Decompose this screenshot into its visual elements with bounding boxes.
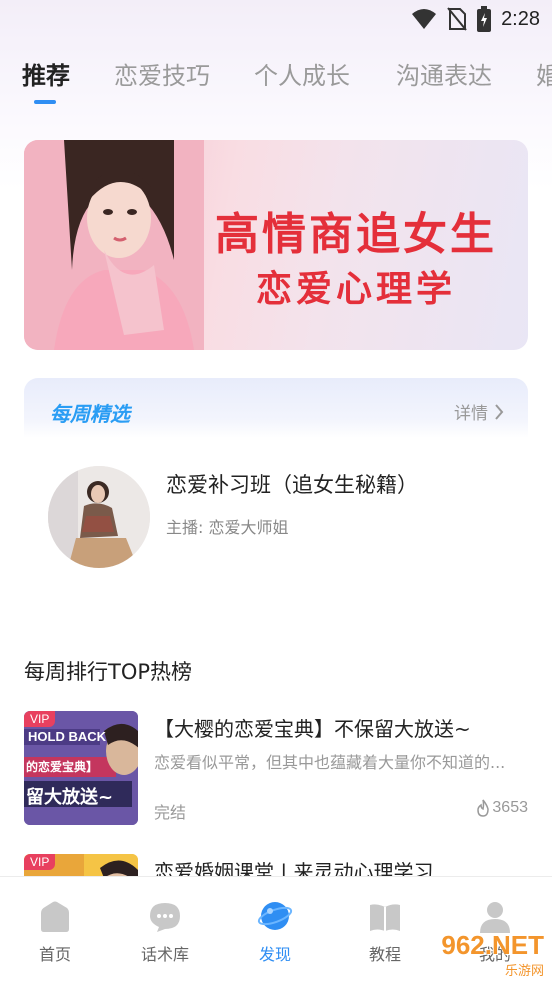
weekly-pick-item[interactable]: 恋爱补习班（追女生秘籍） 主播: 恋爱大师姐 (48, 466, 528, 570)
tab-recommended[interactable]: 推荐 (22, 56, 70, 91)
ranking-item[interactable]: VIP HOLD BACK 的恋爱宝典】 留大放送~ 【大樱的恋爱宝典】不保留大… (24, 711, 528, 825)
battery-charging-icon (477, 6, 492, 32)
chevron-right-icon (495, 403, 504, 420)
weekly-pick-item-title: 恋爱补习班（追女生秘籍） (166, 473, 418, 497)
weekly-pick-header: 每周精选 详情 (24, 378, 528, 438)
tab-communication[interactable]: 沟通表达 (396, 56, 492, 91)
vip-badge: VIP (24, 854, 56, 870)
status-bar: 2:28 (0, 0, 552, 40)
watermark-text: 962.NET (441, 930, 544, 960)
tab-love-skills[interactable]: 恋爱技巧 (114, 56, 210, 91)
weekly-pick-more-link[interactable]: 详情 (454, 399, 504, 424)
nav-phrasebook-label: 话术库 (140, 945, 189, 964)
site-watermark: 962.NET 乐游网 (420, 928, 548, 979)
ranking-item-thumbnail: VIP HOLD BACK 的恋爱宝典】 留大放送~ (24, 711, 138, 825)
tab-active-indicator (34, 100, 56, 104)
thumb-caption-1: HOLD BACK (28, 729, 106, 744)
category-tabs: 推荐 恋爱技巧 个人成长 沟通表达 婚 (0, 56, 552, 106)
weekly-pick-avatar (48, 466, 150, 568)
thumb-caption-3: 留大放送~ (26, 787, 114, 808)
home-icon (41, 901, 69, 932)
weekly-pick-item-host: 主播: 恋爱大师姐 (166, 518, 289, 537)
ranking-item-plays: 3653 (476, 799, 528, 817)
vip-badge: VIP (24, 711, 56, 727)
nav-tutorial[interactable]: 教程 (340, 899, 430, 965)
ranking-heading: 每周排行TOP热榜 (24, 660, 193, 684)
nav-home-label: 首页 (38, 945, 71, 964)
flame-icon (477, 799, 490, 817)
weekly-pick-title: 每周精选 (50, 402, 130, 426)
banner-title: 高情商追女生 (215, 209, 497, 260)
book-icon (370, 904, 400, 931)
tab-personal-growth[interactable]: 个人成长 (254, 56, 350, 91)
no-sim-icon (447, 7, 467, 31)
ranking-item-status: 完结 (154, 803, 187, 822)
nav-discover[interactable]: 发现 (230, 899, 320, 965)
ranking-item-desc: 恋爱看似平常，但其中也蕴藏着大量你不知道的... (154, 753, 506, 772)
promo-banner[interactable]: 高情商追女生 恋爱心理学 (24, 140, 528, 350)
wifi-icon (412, 9, 437, 29)
status-time: 2:28 (501, 7, 540, 30)
nav-home[interactable]: 首页 (10, 899, 100, 965)
chat-bubble-icon (150, 903, 180, 932)
play-count: 3653 (492, 799, 528, 816)
tab-marriage[interactable]: 婚 (536, 56, 552, 91)
more-label: 详情 (454, 404, 488, 424)
banner-woman-image (24, 140, 204, 350)
nav-discover-label: 发现 (258, 945, 291, 964)
ranking-item-title: 【大樱的恋爱宝典】不保留大放送~ (154, 717, 471, 741)
watermark-subtext: 乐游网 (504, 964, 544, 979)
nav-phrasebook[interactable]: 话术库 (120, 899, 210, 965)
nav-tutorial-label: 教程 (368, 945, 401, 964)
status-icons: 2:28 (411, 6, 540, 32)
thumb-caption-2: 的恋爱宝典】 (26, 760, 99, 774)
banner-subtitle: 恋爱心理学 (255, 269, 456, 310)
planet-icon (257, 902, 293, 930)
